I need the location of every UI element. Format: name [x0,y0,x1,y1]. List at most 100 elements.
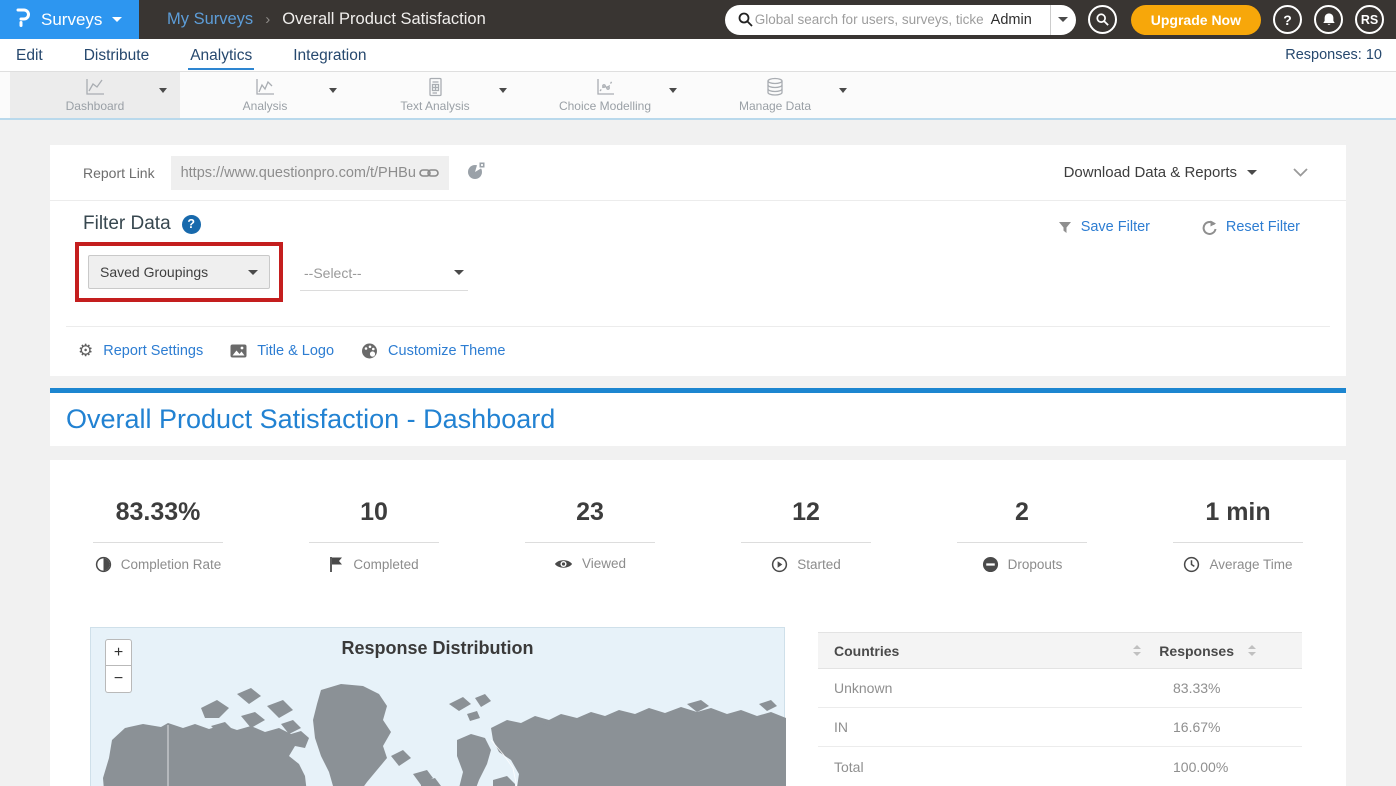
eye-icon [554,558,573,570]
tab-manage-data[interactable]: Manage Data [690,72,860,118]
share-report-icon[interactable] [467,161,486,185]
title-logo-link[interactable]: Title & Logo [230,343,334,359]
table-row: IN 16.67% [818,708,1302,747]
dashboard-main-card: 83.33% Completion Rate 10 Completed 23 [50,460,1346,786]
report-filter-card: Report Link https://www.questionpro.com/… [50,145,1346,376]
stat-completed: 10 Completed [266,498,482,573]
breadcrumb-separator: › [265,11,270,28]
save-filter-button[interactable]: Save Filter [1058,219,1150,235]
chevron-down-icon [1058,17,1068,22]
zoom-in-button[interactable]: + [105,639,132,666]
sort-icon[interactable] [1248,645,1256,656]
tab-dashboard[interactable]: Dashboard [10,72,180,118]
nav-edit[interactable]: Edit [14,41,45,70]
upgrade-now-button[interactable]: Upgrade Now [1131,5,1261,35]
annotation-highlight: Saved Groupings [75,242,283,302]
divider [66,326,1330,327]
chevron-down-icon[interactable] [669,93,677,111]
tab-text-analysis[interactable]: Text Analysis [350,72,520,118]
report-settings-link[interactable]: ⚙ Report Settings [78,342,203,359]
download-data-reports[interactable]: Download Data & Reports [1064,164,1257,181]
tab-choice-modelling[interactable]: Choice Modelling [520,72,690,118]
nav-integration[interactable]: Integration [291,41,368,70]
avatar[interactable]: RS [1355,5,1384,34]
responses-count: Responses: 10 [1285,47,1382,63]
zoom-out-button[interactable]: − [105,666,132,693]
search-scope[interactable]: Admin [985,12,1042,28]
link-icon[interactable] [419,167,439,179]
analytics-tabstrip: Dashboard Analysis Text Analysis Choice … [0,72,1396,120]
table-row: Total 100.00% [818,747,1302,786]
questionpro-dashboard: Surveys My Surveys › Overall Product Sat… [0,0,1396,786]
report-link-label: Report Link [83,165,155,181]
search-scope-dropdown[interactable] [1050,5,1076,35]
database-icon [764,77,786,97]
search-input[interactable] [753,11,985,28]
countries-table-header: Countries Responses [818,632,1302,669]
nav-distribute[interactable]: Distribute [82,41,151,70]
stat-viewed: 23 Viewed [482,498,698,573]
chevron-down-icon [1247,170,1257,175]
stat-completion-rate: 83.33% Completion Rate [50,498,266,573]
tab-analysis[interactable]: Analysis [180,72,350,118]
nav-analytics[interactable]: Analytics [188,41,254,70]
image-icon [230,344,247,358]
countries-column-header[interactable]: Countries [834,643,1133,659]
topbar-actions: Admin Upgrade Now ? RS [725,5,1396,35]
responses-column-header[interactable]: Responses [1159,643,1234,659]
help-button[interactable]: ? [1273,5,1302,34]
report-link-field[interactable]: https://www.questionpro.com/t/PHBu [171,156,449,190]
search-icon [1096,13,1109,26]
breadcrumb-my-surveys[interactable]: My Surveys [167,10,253,29]
sort-icon[interactable] [1133,645,1141,656]
global-search: Admin [725,5,1050,35]
text-analysis-icon [424,77,446,97]
minus-circle-icon [982,556,999,573]
chevron-down-icon [454,270,464,275]
table-row: Unknown 83.33% [818,669,1302,708]
line-chart-icon [84,77,106,97]
questionpro-logo [15,7,31,32]
chevron-down-icon [248,270,258,275]
report-link-row: Report Link https://www.questionpro.com/… [50,145,1346,201]
chevron-down-icon [112,17,122,22]
flag-icon [329,556,344,572]
customize-theme-link[interactable]: Customize Theme [361,343,505,359]
product-switcher[interactable]: Surveys [0,0,139,39]
page-title: Overall Product Satisfaction - Dashboard [50,393,1346,435]
stat-dropouts: 2 Dropouts [914,498,1130,573]
refresh-icon [1201,220,1217,235]
play-circle-icon [771,556,788,573]
saved-groupings-select[interactable]: Saved Groupings [88,255,270,289]
map-zoom-controls: + − [105,639,132,693]
funnel-icon [1058,221,1072,234]
chevron-down-icon[interactable] [839,93,847,111]
product-name: Surveys [41,10,102,30]
reset-filter-button[interactable]: Reset Filter [1201,219,1300,235]
search-button[interactable] [1088,5,1117,34]
chevron-down-icon[interactable] [159,93,167,111]
notifications-button[interactable] [1314,5,1343,34]
choice-modelling-icon [594,77,616,97]
report-tools-row: ⚙ Report Settings Title & Logo Customize… [78,342,505,359]
map-title: Response Distribution [91,638,784,659]
filter-criteria-select[interactable]: --Select-- [300,255,468,291]
collapse-panel-chevron[interactable] [1293,164,1308,182]
top-bar: Surveys My Surveys › Overall Product Sat… [0,0,1396,39]
chevron-down-icon[interactable] [329,93,337,111]
clock-icon [1183,556,1200,573]
chevron-down-icon[interactable] [499,93,507,111]
kpi-stats-row: 83.33% Completion Rate 10 Completed 23 [50,460,1346,573]
countries-table: Countries Responses Unknown 83.33% IN 16… [818,632,1302,786]
help-icon[interactable]: ? [182,215,201,234]
response-distribution-map[interactable]: + − Response Distribution [90,627,785,786]
gear-icon: ⚙ [78,342,93,359]
filter-data-header: Filter Data ? [83,213,201,235]
completion-rate-icon [95,556,112,573]
report-url: https://www.questionpro.com/t/PHBu [181,165,419,181]
search-icon [738,12,753,27]
breadcrumb: My Surveys › Overall Product Satisfactio… [167,10,486,29]
survey-nav: Edit Distribute Analytics Integration Re… [0,39,1396,72]
dashboard-title-card: Overall Product Satisfaction - Dashboard [50,388,1346,446]
stat-started: 12 Started [698,498,914,573]
